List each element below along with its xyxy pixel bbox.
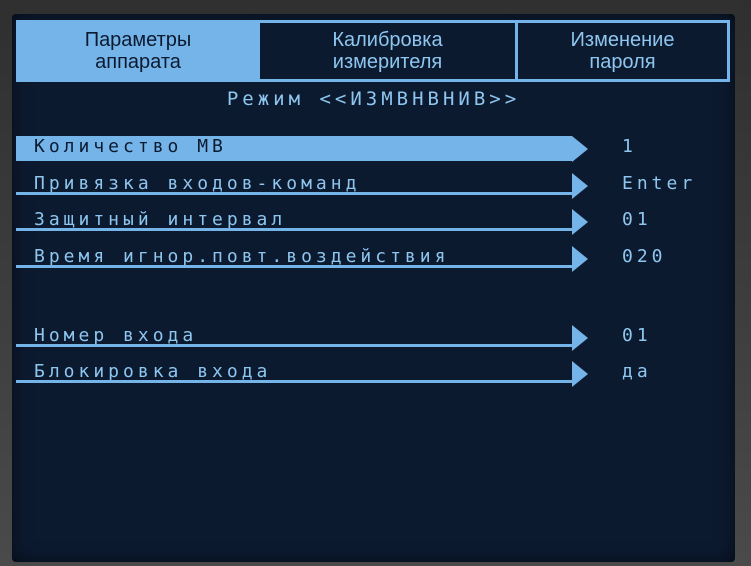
param-row-ignore-time[interactable]: Время игнор.повт.воздействия 020 bbox=[16, 243, 731, 275]
tab-meter-calibration-line1: Калибровка bbox=[332, 29, 443, 51]
param-label: Время игнор.повт.воздействия bbox=[16, 246, 572, 268]
row-arrow-icon bbox=[572, 361, 588, 387]
param-label: Номер входа bbox=[16, 325, 572, 347]
row-arrow-icon bbox=[572, 246, 588, 272]
param-label: Привязка входов-команд bbox=[16, 173, 572, 195]
row-arrow-icon bbox=[572, 209, 588, 235]
tab-change-password-line2: пароля bbox=[589, 51, 656, 73]
param-row-input-lock[interactable]: Блокировка входа да bbox=[16, 358, 731, 390]
param-label: Защитный интервал bbox=[16, 209, 572, 231]
row-arrow-icon bbox=[572, 136, 588, 162]
tab-bar: Параметры аппарата Калибровка измерителя… bbox=[16, 20, 730, 82]
tab-device-parameters-line1: Параметры bbox=[84, 29, 192, 51]
row-arrow-icon bbox=[572, 173, 588, 199]
tab-change-password-line1: Изменение bbox=[570, 29, 675, 51]
tab-meter-calibration[interactable]: Калибровка измерителя bbox=[260, 20, 518, 82]
param-value: 1 bbox=[622, 136, 637, 157]
param-value: да bbox=[622, 361, 652, 382]
param-row-input-binding[interactable]: Привязка входов-команд Enter bbox=[16, 170, 731, 202]
tab-change-password[interactable]: Изменение пароля bbox=[518, 20, 730, 82]
tab-device-parameters-line2: аппарата bbox=[95, 51, 181, 73]
lcd-screen: Параметры аппарата Калибровка измерителя… bbox=[12, 14, 735, 562]
param-label: Блокировка входа bbox=[16, 361, 572, 383]
param-value: 020 bbox=[622, 246, 667, 267]
param-row-mv-count[interactable]: Количество МВ 1 bbox=[16, 133, 731, 165]
param-value: 01 bbox=[622, 209, 652, 230]
param-label: Количество МВ bbox=[16, 136, 572, 161]
tab-meter-calibration-line2: измерителя bbox=[332, 51, 443, 73]
tab-device-parameters[interactable]: Параметры аппарата bbox=[16, 20, 260, 82]
param-row-input-number[interactable]: Номер входа 01 bbox=[16, 322, 731, 354]
param-value: Enter bbox=[622, 173, 697, 194]
mode-label: Режим <<ИЗМВНВНИВ>> bbox=[226, 88, 521, 110]
param-row-protective-interval[interactable]: Защитный интервал 01 bbox=[16, 206, 731, 238]
param-value: 01 bbox=[622, 325, 652, 346]
row-arrow-icon bbox=[572, 325, 588, 351]
